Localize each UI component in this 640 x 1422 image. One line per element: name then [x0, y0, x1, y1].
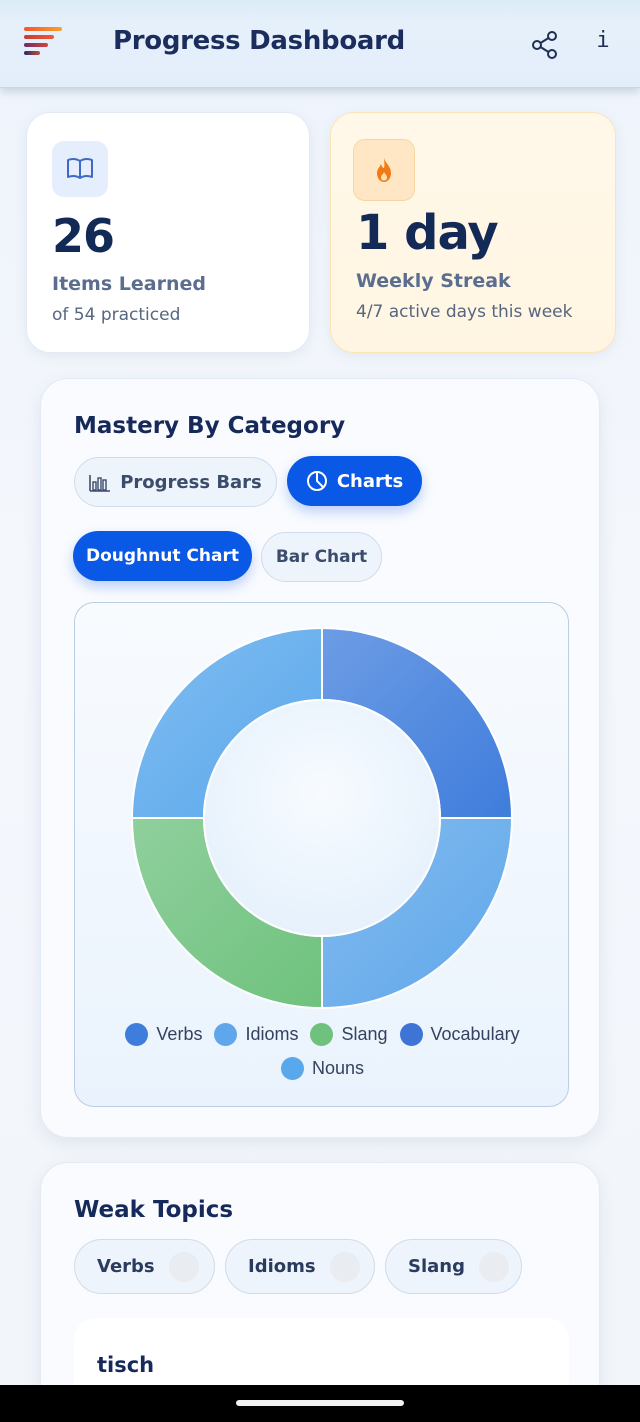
- weak-word: tisch: [97, 1353, 155, 1377]
- bar-chart-tab[interactable]: Bar Chart: [261, 532, 382, 582]
- legend-label: Idioms: [245, 1023, 299, 1044]
- chart-legend: Verbs Idioms Slang Vocabulary Nouns: [75, 1017, 570, 1085]
- status-dot: [329, 1251, 360, 1282]
- progress-bars-toggle[interactable]: Progress Bars: [74, 457, 277, 507]
- app-header: Progress Dashboard i: [0, 0, 640, 88]
- mastery-title: Mastery By Category: [74, 413, 346, 439]
- legend-swatch: [310, 1022, 334, 1046]
- legend-swatch: [280, 1056, 304, 1080]
- weekly-streak-card: 1 day Weekly Streak 4/7 active days this…: [330, 112, 616, 353]
- active-days-text: 4/7 active days this week: [356, 302, 573, 322]
- legend-label: Nouns: [311, 1057, 365, 1078]
- weak-topic-slang[interactable]: Slang: [385, 1239, 522, 1294]
- status-dot: [168, 1251, 199, 1282]
- legend-item-nouns[interactable]: Nouns: [280, 1056, 365, 1080]
- pie-chart-icon: [306, 470, 328, 492]
- weak-topics-title: Weak Topics: [74, 1197, 234, 1223]
- page: Progress Dashboard i 26 Items Learned of…: [0, 0, 640, 1422]
- info-icon[interactable]: i: [590, 28, 616, 60]
- items-learned-card: 26 Items Learned of 54 practiced: [26, 112, 310, 353]
- home-indicator[interactable]: [236, 1400, 404, 1406]
- mastery-by-category-card: Mastery By Category Progress Bars Charts…: [40, 378, 600, 1138]
- weak-topic-label: Slang: [408, 1256, 465, 1277]
- legend-label: Vocabulary: [430, 1023, 520, 1044]
- bar-chart-icon: [89, 472, 111, 492]
- items-learned-label: Items Learned: [52, 273, 206, 295]
- weak-topic-label: Idioms: [248, 1256, 316, 1277]
- doughnut-chart-tab[interactable]: Doughnut Chart: [73, 531, 252, 581]
- progress-bars-label: Progress Bars: [120, 471, 262, 493]
- page-title: Progress Dashboard: [113, 26, 405, 56]
- doughnut-chart: [130, 626, 514, 1010]
- doughnut-hole: [203, 699, 441, 937]
- items-practiced-text: of 54 practiced: [52, 305, 181, 325]
- weak-topic-verbs[interactable]: Verbs: [74, 1239, 215, 1294]
- legend-item-vocabulary[interactable]: Vocabulary: [399, 1022, 520, 1046]
- legend-row: Nouns: [75, 1051, 570, 1085]
- status-dot: [478, 1251, 509, 1282]
- weak-topics-card: Weak Topics Verbs Idioms Slang tisch: [40, 1162, 600, 1422]
- legend-swatch: [214, 1022, 238, 1046]
- streak-value: 1 day: [356, 205, 499, 261]
- share-icon[interactable]: [530, 30, 560, 60]
- streak-label: Weekly Streak: [356, 270, 511, 292]
- legend-swatch: [125, 1022, 149, 1046]
- doughnut-chart-container: Verbs Idioms Slang Vocabulary Nouns: [74, 602, 569, 1107]
- legend-label: Verbs: [156, 1023, 203, 1044]
- items-learned-value: 26: [52, 209, 115, 263]
- legend-item-slang[interactable]: Slang: [310, 1022, 388, 1046]
- flame-icon: [353, 139, 415, 201]
- legend-label: Slang: [341, 1023, 388, 1044]
- weak-topic-idioms[interactable]: Idioms: [225, 1239, 375, 1294]
- legend-item-idioms[interactable]: Idioms: [214, 1022, 299, 1046]
- weak-topic-label: Verbs: [97, 1256, 155, 1277]
- legend-swatch: [399, 1022, 423, 1046]
- legend-item-verbs[interactable]: Verbs: [125, 1022, 203, 1046]
- charts-label: Charts: [336, 470, 404, 492]
- legend-row: Verbs Idioms Slang Vocabulary: [75, 1017, 570, 1051]
- charts-toggle[interactable]: Charts: [287, 456, 422, 506]
- book-icon: [52, 141, 108, 197]
- system-nav-bar: [0, 1385, 640, 1422]
- menu-icon[interactable]: [24, 27, 62, 61]
